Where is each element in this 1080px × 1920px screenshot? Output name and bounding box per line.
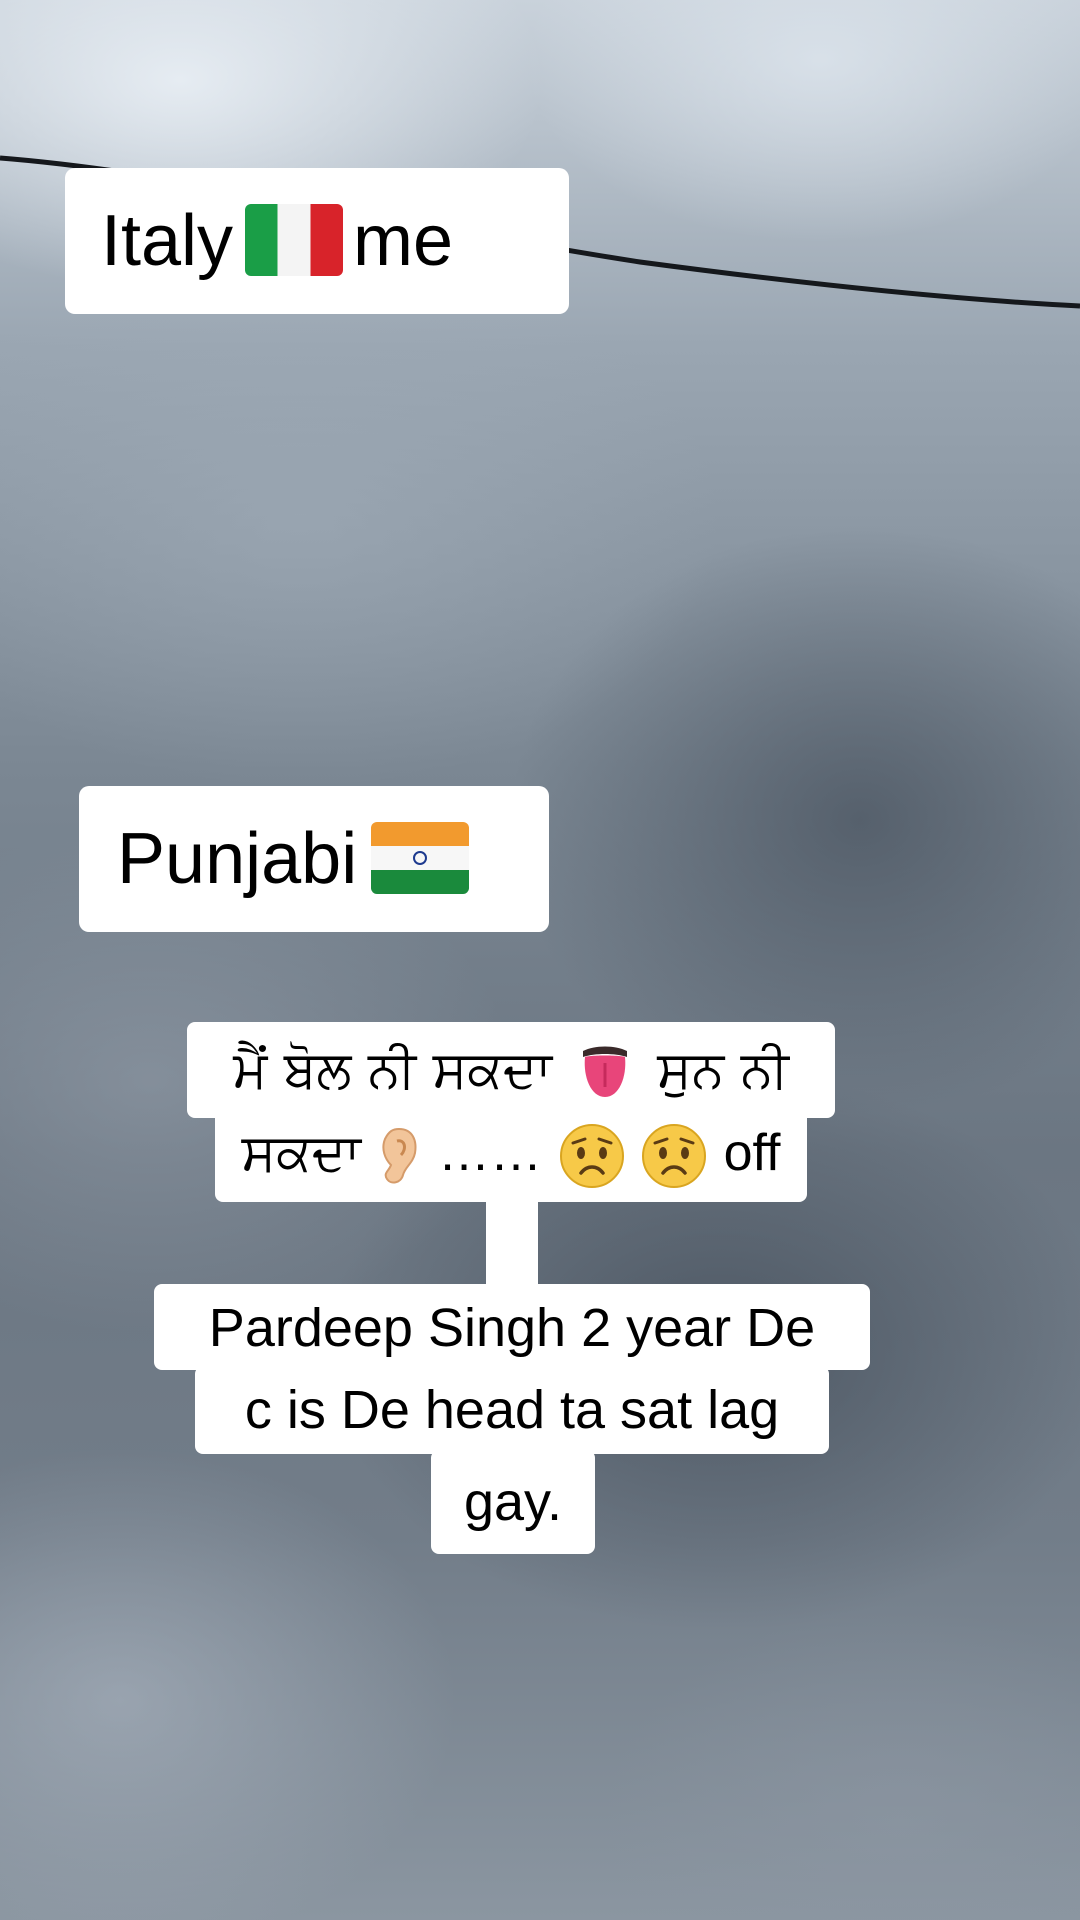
caption-connector xyxy=(486,1190,538,1290)
caption-punjabi-text: Punjabi xyxy=(117,819,358,899)
punjabi-line2-text: ਸਕਦਾ xyxy=(241,1123,361,1183)
ashoka-chakra-icon xyxy=(413,850,428,865)
punjabi-line2: ਸਕਦਾ …… off xyxy=(215,1112,807,1194)
india-flag-icon xyxy=(371,821,470,894)
caption-italy-suffix: me xyxy=(353,201,454,281)
worried-face-icon xyxy=(559,1123,625,1189)
punjabi-line1: ਮੈਂ ਬੋਲ ਨੀ ਸਕਦਾ ਸੁਨ ਨੀ xyxy=(187,1030,835,1110)
english-line-3: gay. xyxy=(463,1472,563,1532)
caption-italy: Italy me xyxy=(65,168,569,314)
caption-italy-text: Italy xyxy=(101,201,234,281)
punjabi-line2-text-end: off xyxy=(723,1124,781,1182)
english-line-1: Pardeep Singh 2 year De xyxy=(208,1298,816,1358)
punjabi-line1-text-end: ਸੁਨ ਨੀ xyxy=(657,1040,789,1100)
ear-icon xyxy=(377,1125,421,1187)
tongue-icon xyxy=(575,1043,635,1103)
caption-punjabi: Punjabi xyxy=(79,786,549,932)
italy-flag-icon xyxy=(245,203,344,276)
english-line-2: c is De head ta sat lag xyxy=(244,1380,780,1440)
punjabi-line1-text: ਮੈਂ ਬੋਲ ਨੀ ਸਕਦਾ xyxy=(233,1040,553,1100)
ellipsis-text: …… xyxy=(438,1124,542,1182)
worried-face-icon xyxy=(641,1123,707,1189)
